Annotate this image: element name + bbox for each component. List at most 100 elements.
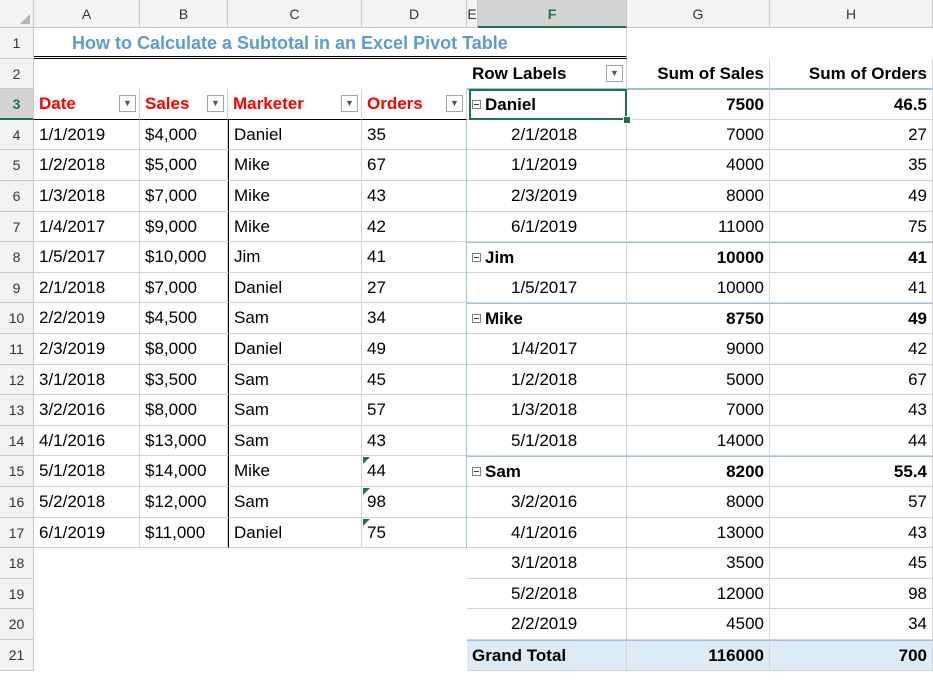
row-header-20[interactable]: 20 <box>0 609 34 640</box>
source-cell[interactable]: 98 <box>362 487 467 518</box>
source-cell[interactable]: Mike <box>228 211 362 243</box>
source-cell[interactable]: $9,000 <box>140 211 228 243</box>
source-cell[interactable]: 49 <box>362 334 467 365</box>
pivot-orders-value[interactable]: 57 <box>770 487 933 518</box>
pivot-sales-value[interactable]: 5000 <box>627 364 770 396</box>
row-header-16[interactable]: 16 <box>0 487 34 518</box>
collapse-minus-icon[interactable] <box>472 314 481 324</box>
row-header-6[interactable]: 6 <box>0 181 34 212</box>
source-cell[interactable]: 1/1/2019 <box>34 119 140 151</box>
column-header-g[interactable]: G <box>627 0 770 28</box>
row-header-14[interactable]: 14 <box>0 425 34 457</box>
pivot-orders-value[interactable]: 41 <box>770 272 933 304</box>
pivot-sales-value[interactable]: 116000 <box>627 640 770 671</box>
collapse-minus-icon[interactable] <box>472 253 481 263</box>
source-cell[interactable]: $11,000 <box>140 517 228 549</box>
source-cell[interactable]: Daniel <box>228 119 362 151</box>
fill-handle[interactable] <box>623 115 631 124</box>
pivot-row-label[interactable]: Daniel <box>467 89 627 120</box>
column-header-h[interactable]: H <box>770 0 933 28</box>
row-header-2[interactable]: 2 <box>0 58 34 90</box>
source-header-date[interactable]: Date ▼ <box>34 89 140 120</box>
collapse-minus-icon[interactable] <box>472 467 481 477</box>
source-cell[interactable]: Sam <box>228 303 362 334</box>
source-cell[interactable]: Sam <box>228 364 362 396</box>
pivot-orders-value[interactable]: 41 <box>770 242 933 273</box>
source-cell[interactable]: 5/1/2018 <box>34 456 140 487</box>
source-cell[interactable]: 34 <box>362 303 467 334</box>
source-cell[interactable]: Sam <box>228 395 362 426</box>
column-header-b[interactable]: B <box>140 0 228 28</box>
pivot-row-label[interactable]: 1/1/2019 <box>467 150 627 181</box>
source-cell[interactable]: Daniel <box>228 272 362 304</box>
sheet-title[interactable]: How to Calculate a Subtotal in an Excel … <box>34 28 627 59</box>
source-cell[interactable]: 5/2/2018 <box>34 487 140 518</box>
source-cell[interactable]: 27 <box>362 272 467 304</box>
pivot-sales-value[interactable]: 7000 <box>627 119 770 151</box>
pivot-sales-value[interactable]: 4000 <box>627 150 770 181</box>
pivot-sales-value[interactable]: 7500 <box>627 89 770 120</box>
pivot-orders-value[interactable]: 35 <box>770 150 933 181</box>
pivot-orders-value[interactable]: 49 <box>770 181 933 212</box>
pivot-row-label[interactable]: 1/3/2018 <box>467 395 627 426</box>
row-header-7[interactable]: 7 <box>0 211 34 243</box>
pivot-row-label[interactable]: 2/2/2019 <box>467 609 627 640</box>
pivot-sales-value[interactable]: 10000 <box>627 272 770 304</box>
pivot-sales-value[interactable]: 11000 <box>627 211 770 243</box>
source-cell[interactable]: 44 <box>362 456 467 487</box>
pivot-orders-value[interactable]: 42 <box>770 334 933 365</box>
pivot-row-label[interactable]: 2/3/2019 <box>467 181 627 212</box>
source-cell[interactable]: $10,000 <box>140 242 228 273</box>
pivot-orders-value[interactable]: 67 <box>770 364 933 396</box>
pivot-row-label[interactable]: Sam <box>467 456 627 487</box>
pivot-sales-value[interactable]: 8750 <box>627 303 770 334</box>
pivot-sales-value[interactable]: 4500 <box>627 609 770 640</box>
row-header-15[interactable]: 15 <box>0 456 34 487</box>
pivot-sales-value[interactable]: 8000 <box>627 181 770 212</box>
column-header-e[interactable]: E <box>467 0 478 28</box>
source-cell[interactable]: 2/3/2019 <box>34 334 140 365</box>
source-cell[interactable]: $13,000 <box>140 425 228 457</box>
source-cell[interactable]: 43 <box>362 181 467 212</box>
row-labels-filter-dropdown-icon[interactable]: ▼ <box>606 64 623 82</box>
filter-dropdown-icon[interactable]: ▼ <box>341 95 358 113</box>
pivot-row-label[interactable]: 3/1/2018 <box>467 548 627 579</box>
source-cell[interactable]: 1/4/2017 <box>34 211 140 243</box>
row-header-19[interactable]: 19 <box>0 578 34 610</box>
pivot-sales-value[interactable]: 3500 <box>627 548 770 579</box>
source-cell[interactable]: Sam <box>228 487 362 518</box>
pivot-header-sum-of-orders[interactable]: Sum of Orders <box>770 58 933 90</box>
source-cell[interactable]: Mike <box>228 181 362 212</box>
pivot-orders-value[interactable]: 75 <box>770 211 933 243</box>
pivot-sales-value[interactable]: 14000 <box>627 425 770 457</box>
source-cell[interactable]: 1/3/2018 <box>34 181 140 212</box>
source-cell[interactable]: 2/1/2018 <box>34 272 140 304</box>
source-cell[interactable]: Daniel <box>228 517 362 549</box>
pivot-orders-value[interactable]: 44 <box>770 425 933 457</box>
source-cell[interactable]: 2/2/2019 <box>34 303 140 334</box>
source-cell[interactable]: Sam <box>228 425 362 457</box>
source-cell[interactable]: Jim <box>228 242 362 273</box>
pivot-sales-value[interactable]: 7000 <box>627 395 770 426</box>
source-cell[interactable]: $3,500 <box>140 364 228 396</box>
source-cell[interactable]: $8,000 <box>140 334 228 365</box>
filter-dropdown-icon[interactable]: ▼ <box>207 95 224 113</box>
pivot-row-label[interactable]: 3/2/2016 <box>467 487 627 518</box>
filter-dropdown-icon[interactable]: ▼ <box>446 95 463 113</box>
source-cell[interactable]: Mike <box>228 456 362 487</box>
pivot-orders-value[interactable]: 43 <box>770 395 933 426</box>
source-cell[interactable]: Daniel <box>228 334 362 365</box>
source-cell[interactable]: $4,500 <box>140 303 228 334</box>
source-header-marketer[interactable]: Marketer ▼ <box>228 89 362 120</box>
pivot-row-label[interactable]: 6/1/2019 <box>467 211 627 243</box>
source-cell[interactable]: 42 <box>362 211 467 243</box>
pivot-row-label[interactable]: 1/2/2018 <box>467 364 627 396</box>
pivot-row-label[interactable]: Mike <box>467 303 627 334</box>
collapse-minus-icon[interactable] <box>472 100 481 110</box>
pivot-row-label[interactable]: Jim <box>467 242 627 273</box>
pivot-orders-value[interactable]: 43 <box>770 517 933 549</box>
select-all-corner[interactable] <box>0 0 34 28</box>
source-cell[interactable]: 67 <box>362 150 467 181</box>
source-cell[interactable]: $5,000 <box>140 150 228 181</box>
source-cell[interactable]: 75 <box>362 517 467 549</box>
